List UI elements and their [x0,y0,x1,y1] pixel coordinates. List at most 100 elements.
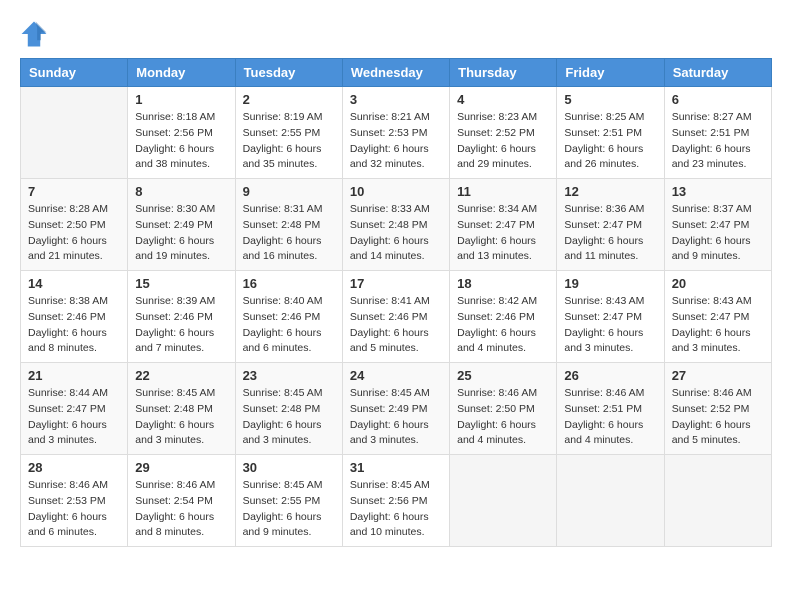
day-info: Sunrise: 8:46 AMSunset: 2:53 PMDaylight:… [28,478,120,541]
calendar-cell: 27 Sunrise: 8:46 AMSunset: 2:52 PMDayligh… [664,363,771,455]
day-info: Sunrise: 8:43 AMSunset: 2:47 PMDaylight:… [564,294,656,357]
day-number: 24 [350,368,442,383]
calendar-cell: 7Sunrise: 8:28 AMSunset: 2:50 PMDaylight… [21,179,128,271]
calendar-cell [450,455,557,547]
week-row-1: 1Sunrise: 8:18 AMSunset: 2:56 PMDaylight… [21,87,772,179]
calendar-cell: 17 Sunrise: 8:41 AMSunset: 2:46 PMDayligh… [342,271,449,363]
day-info: Sunrise: 8:41 AMSunset: 2:46 PMDaylight:… [350,294,442,357]
day-number: 28 [28,460,120,475]
day-header-saturday: Saturday [664,59,771,87]
calendar-cell: 10 Sunrise: 8:33 AMSunset: 2:48 PMDayligh… [342,179,449,271]
day-info: Sunrise: 8:19 AMSunset: 2:55 PMDaylight:… [243,110,335,173]
week-row-2: 7Sunrise: 8:28 AMSunset: 2:50 PMDaylight… [21,179,772,271]
day-info: Sunrise: 8:39 AMSunset: 2:46 PMDaylight:… [135,294,227,357]
day-info: Sunrise: 8:38 AMSunset: 2:46 PMDaylight:… [28,294,120,357]
day-number: 5 [564,92,656,107]
day-info: Sunrise: 8:43 AMSunset: 2:47 PMDaylight:… [672,294,764,357]
day-number: 6 [672,92,764,107]
day-number: 27 [672,368,764,383]
day-info: Sunrise: 8:46 AMSunset: 2:50 PMDaylight:… [457,386,549,449]
day-number: 23 [243,368,335,383]
calendar-cell: 25 Sunrise: 8:46 AMSunset: 2:50 PMDayligh… [450,363,557,455]
week-row-5: 28 Sunrise: 8:46 AMSunset: 2:53 PMDayligh… [21,455,772,547]
calendar-cell: 14 Sunrise: 8:38 AMSunset: 2:46 PMDayligh… [21,271,128,363]
day-info: Sunrise: 8:21 AMSunset: 2:53 PMDaylight:… [350,110,442,173]
day-number: 29 [135,460,227,475]
calendar-cell: 6 Sunrise: 8:27 AMSunset: 2:51 PMDaylight… [664,87,771,179]
calendar-cell: 22Sunrise: 8:45 AMSunset: 2:48 PMDayligh… [128,363,235,455]
day-info: Sunrise: 8:36 AMSunset: 2:47 PMDaylight:… [564,202,656,265]
calendar-cell: 28 Sunrise: 8:46 AMSunset: 2:53 PMDayligh… [21,455,128,547]
day-number: 14 [28,276,120,291]
logo [20,20,52,48]
day-number: 20 [672,276,764,291]
day-number: 13 [672,184,764,199]
day-info: Sunrise: 8:33 AMSunset: 2:48 PMDaylight:… [350,202,442,265]
calendar-cell: 30 Sunrise: 8:45 AMSunset: 2:55 PMDayligh… [235,455,342,547]
calendar-cell: 8 Sunrise: 8:30 AMSunset: 2:49 PMDaylight… [128,179,235,271]
day-number: 22 [135,368,227,383]
day-number: 8 [135,184,227,199]
day-number: 30 [243,460,335,475]
calendar-cell: 29 Sunrise: 8:46 AMSunset: 2:54 PMDayligh… [128,455,235,547]
calendar-cell: 19 Sunrise: 8:43 AMSunset: 2:47 PMDayligh… [557,271,664,363]
day-info: Sunrise: 8:45 AMSunset: 2:55 PMDaylight:… [243,478,335,541]
day-header-friday: Friday [557,59,664,87]
calendar-table: SundayMondayTuesdayWednesdayThursdayFrid… [20,58,772,547]
calendar-cell [21,87,128,179]
day-number: 19 [564,276,656,291]
day-number: 25 [457,368,549,383]
calendar-cell: 4 Sunrise: 8:23 AMSunset: 2:52 PMDaylight… [450,87,557,179]
day-header-sunday: Sunday [21,59,128,87]
day-header-wednesday: Wednesday [342,59,449,87]
calendar-cell: 15 Sunrise: 8:39 AMSunset: 2:46 PMDayligh… [128,271,235,363]
calendar-cell: 1Sunrise: 8:18 AMSunset: 2:56 PMDaylight… [128,87,235,179]
calendar-cell: 24 Sunrise: 8:45 AMSunset: 2:49 PMDayligh… [342,363,449,455]
calendar-cell: 20 Sunrise: 8:43 AMSunset: 2:47 PMDayligh… [664,271,771,363]
day-info: Sunrise: 8:34 AMSunset: 2:47 PMDaylight:… [457,202,549,265]
calendar-cell: 5 Sunrise: 8:25 AMSunset: 2:51 PMDaylight… [557,87,664,179]
calendar-header-row: SundayMondayTuesdayWednesdayThursdayFrid… [21,59,772,87]
page-header [20,20,772,48]
calendar-cell: 11 Sunrise: 8:34 AMSunset: 2:47 PMDayligh… [450,179,557,271]
day-info: Sunrise: 8:23 AMSunset: 2:52 PMDaylight:… [457,110,549,173]
day-number: 18 [457,276,549,291]
day-number: 3 [350,92,442,107]
calendar-cell: 23Sunrise: 8:45 AMSunset: 2:48 PMDayligh… [235,363,342,455]
day-info: Sunrise: 8:46 AMSunset: 2:52 PMDaylight:… [672,386,764,449]
logo-icon [20,20,48,48]
calendar-cell: 12Sunrise: 8:36 AMSunset: 2:47 PMDayligh… [557,179,664,271]
calendar-cell: 18 Sunrise: 8:42 AMSunset: 2:46 PMDayligh… [450,271,557,363]
day-info: Sunrise: 8:31 AMSunset: 2:48 PMDaylight:… [243,202,335,265]
day-number: 4 [457,92,549,107]
week-row-4: 21Sunrise: 8:44 AMSunset: 2:47 PMDayligh… [21,363,772,455]
calendar-cell [557,455,664,547]
week-row-3: 14 Sunrise: 8:38 AMSunset: 2:46 PMDayligh… [21,271,772,363]
day-info: Sunrise: 8:27 AMSunset: 2:51 PMDaylight:… [672,110,764,173]
calendar-cell: 2Sunrise: 8:19 AMSunset: 2:55 PMDaylight… [235,87,342,179]
day-header-monday: Monday [128,59,235,87]
day-info: Sunrise: 8:45 AMSunset: 2:56 PMDaylight:… [350,478,442,541]
day-info: Sunrise: 8:42 AMSunset: 2:46 PMDaylight:… [457,294,549,357]
calendar-cell [664,455,771,547]
day-number: 16 [243,276,335,291]
day-info: Sunrise: 8:45 AMSunset: 2:49 PMDaylight:… [350,386,442,449]
day-info: Sunrise: 8:30 AMSunset: 2:49 PMDaylight:… [135,202,227,265]
calendar-cell: 21Sunrise: 8:44 AMSunset: 2:47 PMDayligh… [21,363,128,455]
calendar-cell: 13Sunrise: 8:37 AMSunset: 2:47 PMDayligh… [664,179,771,271]
calendar-cell: 3 Sunrise: 8:21 AMSunset: 2:53 PMDaylight… [342,87,449,179]
calendar-cell: 26 Sunrise: 8:46 AMSunset: 2:51 PMDayligh… [557,363,664,455]
day-info: Sunrise: 8:28 AMSunset: 2:50 PMDaylight:… [28,202,120,265]
day-info: Sunrise: 8:46 AMSunset: 2:51 PMDaylight:… [564,386,656,449]
day-info: Sunrise: 8:25 AMSunset: 2:51 PMDaylight:… [564,110,656,173]
day-number: 17 [350,276,442,291]
calendar-cell: 16Sunrise: 8:40 AMSunset: 2:46 PMDayligh… [235,271,342,363]
day-number: 11 [457,184,549,199]
day-number: 26 [564,368,656,383]
day-number: 9 [243,184,335,199]
day-number: 10 [350,184,442,199]
calendar-cell: 9 Sunrise: 8:31 AMSunset: 2:48 PMDaylight… [235,179,342,271]
day-info: Sunrise: 8:46 AMSunset: 2:54 PMDaylight:… [135,478,227,541]
day-number: 15 [135,276,227,291]
day-number: 31 [350,460,442,475]
